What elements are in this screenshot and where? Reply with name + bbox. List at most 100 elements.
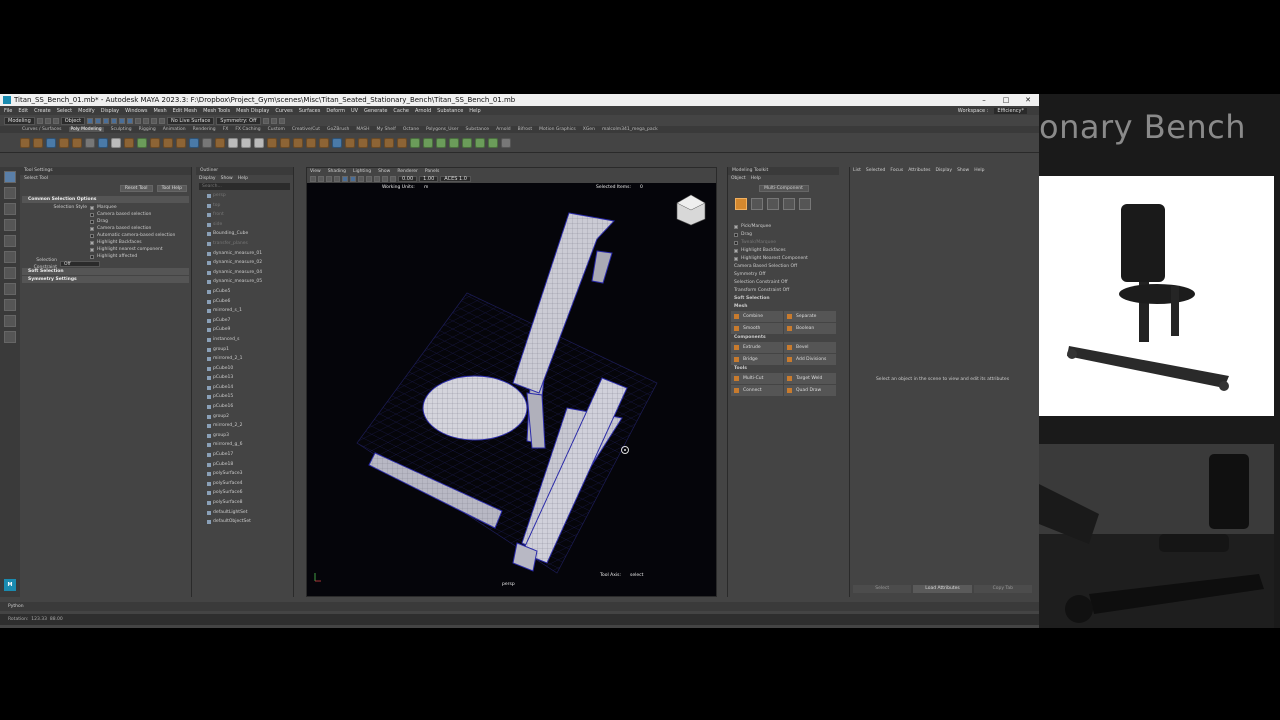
- workspace-dropdown[interactable]: Efficiency*: [994, 107, 1027, 114]
- shadows-icon[interactable]: [374, 176, 380, 182]
- shelf-tab-curves-surfaces[interactable]: Curves / Surfaces: [22, 127, 62, 132]
- attr-menu-help[interactable]: Help: [974, 167, 984, 175]
- mtk-menu-object[interactable]: Object: [731, 175, 746, 182]
- snap-grid-icon[interactable]: [135, 117, 142, 124]
- outliner-item-instanced-s[interactable]: instanced_s: [196, 335, 293, 345]
- shelf-tool-icon[interactable]: [150, 137, 160, 148]
- shelf-tool-icon[interactable]: [111, 137, 121, 148]
- attr-menu-selected[interactable]: Selected: [866, 167, 886, 175]
- shelf-tab-malcolm341-mega-pack[interactable]: malcolm341_mega_pack: [602, 127, 658, 132]
- components-section[interactable]: Components: [734, 334, 766, 342]
- open-icon[interactable]: [36, 117, 43, 124]
- target-weld-button[interactable]: Target Weld: [784, 373, 836, 384]
- common-selection-section[interactable]: Common Selection Options: [22, 196, 189, 203]
- menu-mesh-display[interactable]: Mesh Display: [236, 108, 269, 114]
- copy-tab-button[interactable]: Copy Tab: [973, 585, 1032, 593]
- selection-constraint-dropdown[interactable]: Off: [60, 260, 100, 267]
- shelf-tab-octane[interactable]: Octane: [403, 127, 419, 132]
- symmetry-dropdown[interactable]: Symmetry: Off: [216, 116, 261, 125]
- menuset-dropdown[interactable]: Modeling: [4, 116, 35, 125]
- highlight-backfaces-checkbox[interactable]: [90, 240, 94, 245]
- xray-icon[interactable]: [390, 176, 396, 182]
- select-hierarchy-icon[interactable]: [87, 117, 94, 124]
- symmetry-settings-section[interactable]: Symmetry Settings: [22, 276, 189, 283]
- shelf-tool-icon[interactable]: [462, 137, 472, 148]
- shelf-tool-icon[interactable]: [202, 137, 212, 148]
- uv-mode-icon[interactable]: [799, 198, 811, 210]
- shelf-tool-icon[interactable]: [46, 137, 56, 148]
- shelf-tool-icon[interactable]: [475, 137, 485, 148]
- snap-curve-icon[interactable]: [143, 117, 150, 124]
- shelf-tool-icon[interactable]: [384, 137, 394, 148]
- highlight-backfaces-mtk-checkbox[interactable]: [734, 249, 738, 253]
- live-surface-field[interactable]: No Live Surface: [167, 116, 215, 125]
- menu-generate[interactable]: Generate: [364, 108, 387, 114]
- lasso-tool-icon[interactable]: [4, 187, 16, 199]
- multi-cut-button[interactable]: Multi-Cut: [731, 373, 783, 384]
- shelf-tool-icon[interactable]: [371, 137, 381, 148]
- outliner-item-group1[interactable]: group1: [196, 345, 293, 355]
- shelf-tab-rendering[interactable]: Rendering: [193, 127, 216, 132]
- menu-display[interactable]: Display: [101, 108, 119, 114]
- shelf-tool-icon[interactable]: [436, 137, 446, 148]
- snap-point-icon[interactable]: [151, 117, 158, 124]
- camera-based-2-checkbox[interactable]: [90, 226, 94, 231]
- multi-component-button[interactable]: Multi-Component: [758, 185, 809, 192]
- outliner-item-polysurface3[interactable]: polySurface3: [196, 469, 293, 479]
- outliner-item-dynamic-measure-01[interactable]: dynamic_measure_01: [196, 249, 293, 259]
- outliner-item-side[interactable]: side: [196, 220, 293, 230]
- extrude-button[interactable]: Extrude: [731, 342, 783, 353]
- outliner-menu-help[interactable]: Help: [238, 175, 248, 182]
- shelf-tool-icon[interactable]: [410, 137, 420, 148]
- viewport-menu-lighting[interactable]: Lighting: [353, 168, 371, 175]
- outliner-item-dynamic-measure-05[interactable]: dynamic_measure_05: [196, 277, 293, 287]
- shelf-tool-icon[interactable]: [306, 137, 316, 148]
- soft-selection-section[interactable]: Soft Selection: [22, 268, 189, 275]
- exposure-field[interactable]: 0.00: [398, 176, 418, 182]
- save-icon[interactable]: [44, 117, 51, 124]
- shelf-tool-icon[interactable]: [397, 137, 407, 148]
- menu-create[interactable]: Create: [34, 108, 51, 114]
- outliner-item-mirrored-2-1[interactable]: mirrored_2_1: [196, 354, 293, 364]
- shelf-tool-icon[interactable]: [501, 137, 511, 148]
- highlight-affected-checkbox[interactable]: [90, 254, 94, 259]
- mask-icon[interactable]: [119, 117, 126, 124]
- highlight-nearest-checkbox[interactable]: [90, 247, 94, 252]
- menu-modify[interactable]: Modify: [78, 108, 95, 114]
- shelf-tool-icon[interactable]: [163, 137, 173, 148]
- shelf-tool-icon[interactable]: [189, 137, 199, 148]
- symmetry-value[interactable]: Off: [759, 271, 766, 279]
- attr-menu-focus[interactable]: Focus: [890, 167, 903, 175]
- outliner-item-pcube18[interactable]: pCube18: [196, 460, 293, 470]
- shelf-tool-icon[interactable]: [215, 137, 225, 148]
- gamma-field[interactable]: 1.00: [419, 176, 439, 182]
- texture-icon[interactable]: [358, 176, 364, 182]
- outliner-item-pcube17[interactable]: pCube17: [196, 450, 293, 460]
- menu-curves[interactable]: Curves: [275, 108, 292, 114]
- undo-icon[interactable]: [52, 117, 59, 124]
- shelf-tool-icon[interactable]: [72, 137, 82, 148]
- outliner-item-defaultlightset[interactable]: defaultLightSet: [196, 508, 293, 518]
- shelf-tool-icon[interactable]: [176, 137, 186, 148]
- shelf-tab-substance[interactable]: Substance: [466, 127, 490, 132]
- attr-menu-display[interactable]: Display: [935, 167, 952, 175]
- viewport[interactable]: View Shading Lighting Show Renderer Panels 0.…: [306, 167, 717, 597]
- outliner-item-pcube15[interactable]: pCube15: [196, 392, 293, 402]
- outliner-item-polysurface8[interactable]: polySurface8: [196, 498, 293, 508]
- outliner-layout-icon[interactable]: [4, 315, 16, 327]
- outliner-item-pcube14[interactable]: pCube14: [196, 383, 293, 393]
- outliner-item-mirrored-s-1[interactable]: mirrored_s_1: [196, 306, 293, 316]
- menu-select[interactable]: Select: [57, 108, 72, 114]
- quad-draw-button[interactable]: Quad Draw: [784, 385, 836, 396]
- grid-icon[interactable]: [334, 176, 340, 182]
- mask-icon[interactable]: [111, 117, 118, 124]
- shelf-tab-fx-caching[interactable]: FX Caching: [235, 127, 260, 132]
- shelf-tab-arnold[interactable]: Arnold: [496, 127, 511, 132]
- outliner-item-pcube10[interactable]: pCube10: [196, 364, 293, 374]
- outliner-item-persp[interactable]: persp: [196, 191, 293, 201]
- scale-tool-icon[interactable]: [4, 251, 16, 263]
- shelf-tab-my-shelf[interactable]: My Shelf: [377, 127, 396, 132]
- highlight-nearest-mtk-checkbox[interactable]: [734, 257, 738, 261]
- outliner-item-pcube16[interactable]: pCube16: [196, 402, 293, 412]
- combine-button[interactable]: Combine: [731, 311, 783, 322]
